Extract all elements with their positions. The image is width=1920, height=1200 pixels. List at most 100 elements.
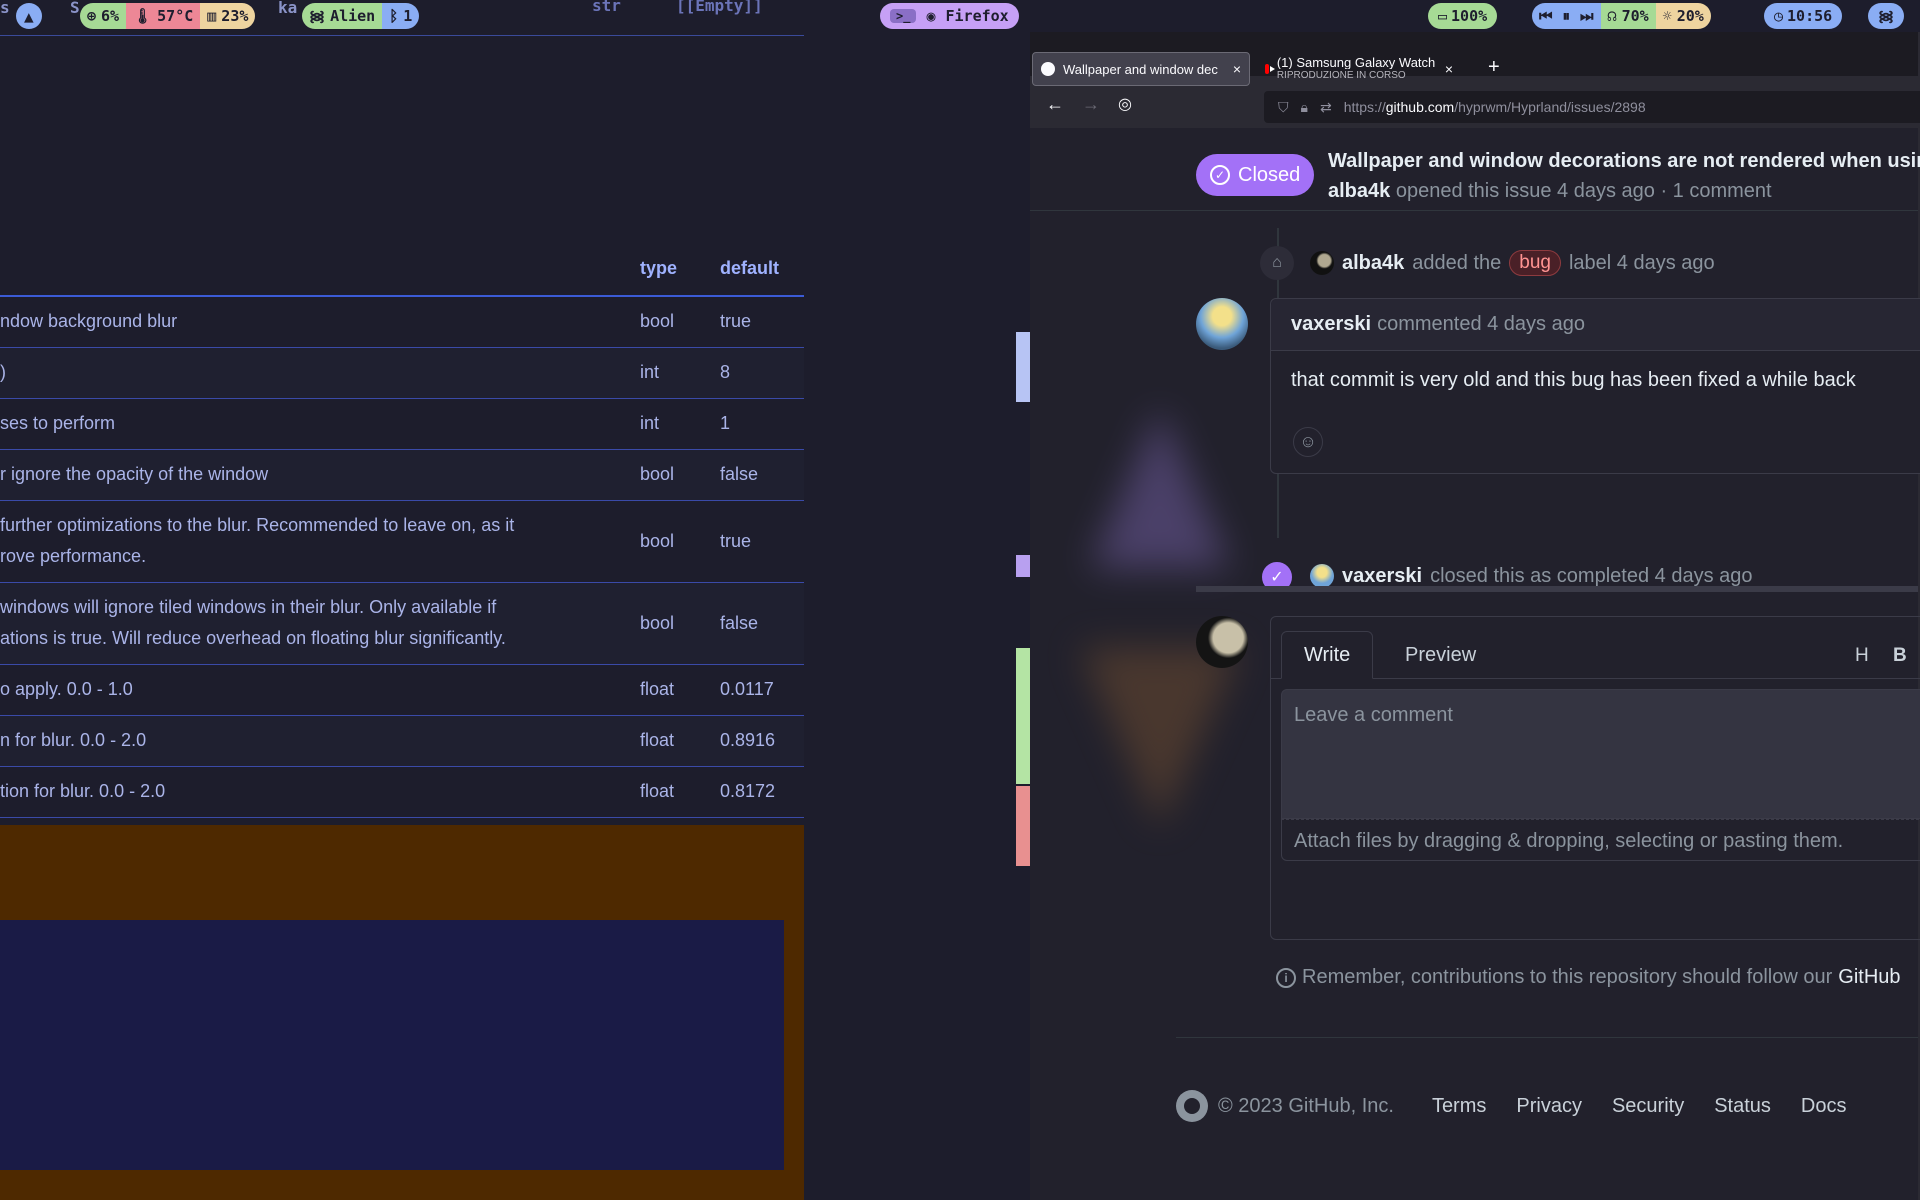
battery-icon: ▭: [1438, 7, 1448, 25]
tab-youtube[interactable]: (1) Samsung Galaxy Watch RIPRODUZIONE IN…: [1259, 52, 1459, 86]
memory-icon: ▥: [207, 7, 217, 25]
headphones-icon: ☊: [1607, 7, 1617, 25]
table-row: windows will ignore tiled windows in the…: [0, 582, 804, 665]
table-row: r ignore the opacity of the window bool …: [0, 449, 804, 501]
label-event: alba4k added the bug label 4 days ago: [1310, 250, 1715, 276]
table-row: o apply. 0.0 - 1.0 float 0.0117: [0, 664, 804, 716]
forward-arrow-icon[interactable]: →: [1082, 94, 1100, 115]
option-type: float: [640, 664, 720, 716]
github-icon: [1041, 62, 1055, 76]
option-description: ): [0, 347, 640, 399]
cpu-value: 6%: [101, 7, 120, 25]
option-default: false: [720, 582, 804, 665]
permissions-icon[interactable]: ⇄: [1320, 99, 1332, 116]
lock-icon[interactable]: 🔒︎: [1301, 99, 1308, 116]
notice-text: Remember, contributions to this reposito…: [1302, 966, 1833, 988]
option-default: 0.0117: [720, 664, 804, 716]
avatar[interactable]: [1196, 616, 1248, 668]
option-default: 1: [720, 398, 804, 450]
issue-state-badge: ✓ Closed: [1196, 154, 1315, 196]
table-row: further optimizations to the blur. Recom…: [0, 500, 804, 583]
description-line: windows will ignore tiled windows in the…: [0, 597, 497, 617]
footer-link-docs[interactable]: Docs: [1801, 1095, 1847, 1118]
firefox-icon: ◉: [926, 7, 936, 25]
comment-author-link[interactable]: vaxerski: [1291, 313, 1371, 336]
tab-preview[interactable]: Preview: [1383, 631, 1498, 679]
avatar[interactable]: [1310, 564, 1334, 588]
arch-launcher-button[interactable]: ▲: [16, 3, 42, 29]
issue-state-label: Closed: [1238, 163, 1301, 186]
close-tab-icon[interactable]: ×: [1445, 61, 1453, 77]
cpu-icon: ⊕: [87, 7, 97, 25]
footer-link-security[interactable]: Security: [1612, 1095, 1684, 1118]
tab-title: (1) Samsung Galaxy Watch: [1276, 56, 1436, 69]
timeline-end-divider: [1196, 586, 1918, 592]
wallpaper-shape: [1080, 648, 1240, 828]
extension-icon[interactable]: ◎: [1118, 94, 1132, 114]
cpu-indicator: ⊕ 6%: [80, 3, 127, 29]
url-host: github.com: [1385, 99, 1455, 115]
event-text: added the: [1412, 251, 1502, 274]
issue-author-link[interactable]: alba4k: [1328, 180, 1390, 202]
temperature-value: 57°C: [157, 7, 194, 25]
option-description: o apply. 0.0 - 1.0: [0, 664, 640, 716]
wifi-icon: ᯼: [309, 7, 326, 25]
wiki-window: type default ndow background blur bool t…: [0, 32, 804, 1200]
temperature-indicator: 🌡︎ 57°C: [126, 3, 201, 29]
event-user-link[interactable]: alba4k: [1342, 252, 1404, 275]
heading-format-button[interactable]: H: [1855, 645, 1869, 667]
memory-indicator: ▥ 23%: [200, 3, 256, 29]
wifi-indicator[interactable]: ᯼ Alien: [302, 3, 383, 29]
comment-header: vaxerski commented 4 days ago: [1271, 299, 1920, 351]
shield-icon[interactable]: ⛉: [1278, 99, 1289, 116]
clock-icon: ◷: [1774, 7, 1784, 25]
back-arrow-icon[interactable]: ←: [1046, 94, 1064, 115]
wallpaper-fragment: [1016, 555, 1030, 577]
url-bar[interactable]: ⛉ 🔒︎ ⇄ https://github.com/hyprwm/Hyprlan…: [1264, 91, 1920, 123]
avatar[interactable]: [1310, 251, 1334, 275]
memory-value: 23%: [221, 7, 249, 25]
clock[interactable]: ◷ 10:56: [1764, 3, 1843, 29]
event-user-link[interactable]: vaxerski: [1342, 565, 1422, 588]
option-default: true: [720, 296, 804, 348]
tab-github-issue[interactable]: Wallpaper and window dec ×: [1032, 52, 1250, 86]
brightness-indicator[interactable]: ☼ 20%: [1655, 3, 1711, 29]
tab-bar: Wallpaper and window dec × (1) Samsung G…: [1030, 32, 1918, 86]
guidelines-link[interactable]: GitHub: [1838, 966, 1900, 989]
option-description: n for blur. 0.0 - 2.0: [0, 715, 640, 767]
footer-link-terms[interactable]: Terms: [1432, 1095, 1486, 1118]
new-tab-button[interactable]: +: [1488, 56, 1500, 79]
url-text: https://github.com/hyprwm/Hyprland/issue…: [1344, 99, 1646, 115]
footer-link-status[interactable]: Status: [1714, 1095, 1771, 1118]
footer-link-privacy[interactable]: Privacy: [1516, 1095, 1582, 1118]
avatar[interactable]: [1196, 298, 1248, 350]
tab-write[interactable]: Write: [1281, 631, 1374, 679]
option-description: windows will ignore tiled windows in the…: [0, 582, 640, 665]
bug-label[interactable]: bug: [1509, 250, 1561, 276]
network-group: ᯼ Alien ᛒ1: [302, 3, 420, 29]
table-row: ndow background blur bool true: [0, 296, 804, 348]
bluetooth-indicator[interactable]: ᛒ1: [382, 3, 420, 29]
close-tab-icon[interactable]: ×: [1233, 61, 1241, 77]
description-line: ations is true. Will reduce overhead on …: [0, 628, 506, 648]
pause-icon[interactable]: ⏸: [1563, 7, 1571, 25]
bold-format-button[interactable]: B: [1893, 645, 1907, 667]
next-track-icon[interactable]: ⏭: [1580, 7, 1594, 25]
github-logo-icon[interactable]: [1176, 1090, 1208, 1122]
previous-track-icon[interactable]: ⏮: [1539, 7, 1553, 25]
volume-indicator[interactable]: ☊ 70%: [1600, 3, 1656, 29]
attach-files-area[interactable]: Attach files by dragging & dropping, sel…: [1281, 819, 1920, 861]
behind-text: S: [70, 0, 80, 17]
volume-value: 70%: [1621, 7, 1649, 25]
description-line: further optimizations to the blur. Recom…: [0, 515, 515, 535]
comment-textarea[interactable]: Leave a comment: [1281, 689, 1920, 819]
window-border: [0, 35, 804, 36]
wifi-name: Alien: [330, 7, 376, 25]
system-stats: ⊕ 6% 🌡︎ 57°C ▥ 23%: [80, 3, 256, 29]
wifi-tray-button[interactable]: ᯼: [1868, 3, 1905, 29]
option-description: ses to perform: [0, 398, 640, 450]
behind-text: str: [592, 0, 621, 15]
youtube-icon: [1265, 64, 1275, 74]
add-reaction-smiley-icon[interactable]: ☺: [1293, 427, 1323, 457]
comment-timestamp[interactable]: commented 4 days ago: [1377, 313, 1585, 336]
